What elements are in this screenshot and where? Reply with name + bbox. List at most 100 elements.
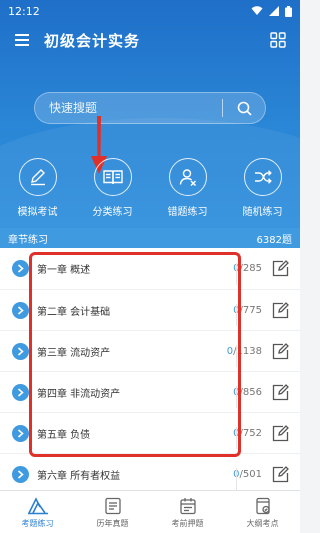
menu-button[interactable] <box>0 34 44 46</box>
chapter-progress: 0/1138 <box>226 345 262 357</box>
edit-icon <box>272 465 289 482</box>
chapter-row[interactable]: 第四章 非流动资产 0/856 <box>0 371 300 412</box>
status-icons <box>251 5 292 17</box>
tab-past-papers[interactable]: 历年真题 <box>75 491 150 533</box>
edit-button[interactable] <box>270 342 290 360</box>
search-input[interactable] <box>49 101 222 115</box>
shuffle-icon <box>254 170 272 184</box>
wifi-icon <box>251 6 263 15</box>
mock-exam-icon-circle <box>18 158 57 196</box>
chevron-right-icon[interactable] <box>12 465 29 483</box>
chapter-progress: 0/856 <box>233 387 262 398</box>
chapter-progress: 0/501 <box>233 469 262 480</box>
category-practice-icon-circle <box>93 158 132 196</box>
chapter-list: 第一章 概述 0/285 第二章 会计基础 0/775 第三章 流动资产 0/1… <box>0 248 300 494</box>
quick-actions: 模拟考试 分类练习 错题练习 随机练习 <box>0 158 300 218</box>
grid-icon <box>270 32 286 48</box>
row-divider <box>236 427 237 449</box>
wrong-question-button[interactable]: 错题练习 <box>150 158 225 218</box>
status-bar: 12:12 <box>0 0 300 22</box>
pencil-icon <box>30 169 45 186</box>
calendar-icon <box>179 496 197 516</box>
battery-icon <box>285 5 292 17</box>
papers-icon <box>104 496 122 516</box>
outline-icon <box>254 496 272 516</box>
app-bar: 初级会计实务 <box>0 24 300 56</box>
bottom-tab-bar: 考题练习 历年真题 考前押题 大纲考点 <box>0 490 300 533</box>
mock-exam-button[interactable]: 模拟考试 <box>0 158 75 218</box>
mock-exam-label: 模拟考试 <box>17 207 58 218</box>
chapter-progress: 0/775 <box>233 305 262 316</box>
chevron-right-icon[interactable] <box>12 342 29 360</box>
section-header: 章节练习 6382题 <box>0 228 300 248</box>
row-divider <box>236 345 237 367</box>
search-divider <box>222 99 223 117</box>
tab-predictions[interactable]: 考前押题 <box>150 491 225 533</box>
search-bar <box>34 92 266 124</box>
chapter-title: 第二章 会计基础 <box>37 306 111 318</box>
chapter-title: 第五章 负债 <box>37 429 91 441</box>
edit-icon <box>272 342 289 359</box>
tab-practice-label: 考题练习 <box>21 518 54 528</box>
chevron-right-icon[interactable] <box>12 301 29 319</box>
status-time: 12:12 <box>8 4 40 18</box>
page-title: 初级会计实务 <box>44 31 141 50</box>
edit-icon <box>272 383 289 400</box>
progress-done: 0 <box>226 345 234 357</box>
progress-total: 752 <box>242 427 262 439</box>
edit-button[interactable] <box>270 383 290 401</box>
hamburger-icon <box>15 34 29 46</box>
row-divider <box>236 468 237 490</box>
book-icon <box>102 170 123 185</box>
tab-outline-label: 大纲考点 <box>246 518 279 528</box>
chapter-progress: 0/285 <box>233 263 262 274</box>
edit-icon <box>272 301 289 318</box>
wrong-question-label: 错题练习 <box>167 207 208 218</box>
edit-button[interactable] <box>270 301 290 319</box>
tab-past-papers-label: 历年真题 <box>96 518 129 528</box>
chapter-row[interactable]: 第六章 所有者权益 0/501 <box>0 453 300 494</box>
section-count: 6382题 <box>256 234 292 246</box>
row-divider <box>236 263 237 285</box>
chapter-title: 第四章 非流动资产 <box>37 388 121 400</box>
category-practice-button[interactable]: 分类练习 <box>75 158 150 218</box>
chevron-right-icon[interactable] <box>12 260 29 277</box>
tab-predictions-label: 考前押题 <box>171 518 204 528</box>
search-button[interactable] <box>231 101 257 116</box>
section-title: 章节练习 <box>8 234 48 246</box>
row-divider <box>236 304 237 326</box>
wrong-question-icon-circle <box>168 158 207 196</box>
progress-total: 501 <box>242 468 262 480</box>
user-x-icon <box>179 169 196 186</box>
edit-icon <box>272 424 289 441</box>
chevron-right-icon[interactable] <box>12 383 29 401</box>
edit-button[interactable] <box>270 260 290 277</box>
edit-button[interactable] <box>270 424 290 442</box>
row-divider <box>236 386 237 408</box>
progress-total: 1138 <box>236 345 262 357</box>
chapter-row[interactable]: 第二章 会计基础 0/775 <box>0 289 300 330</box>
tab-practice[interactable]: 考题练习 <box>0 491 75 533</box>
chapter-row[interactable]: 第三章 流动资产 0/1138 <box>0 330 300 371</box>
chapter-title: 第六章 所有者权益 <box>37 470 121 482</box>
chapter-title: 第三章 流动资产 <box>37 347 111 359</box>
random-practice-label: 随机练习 <box>242 207 283 218</box>
chapter-progress: 0/752 <box>233 428 262 439</box>
edit-button[interactable] <box>270 465 290 483</box>
search-icon <box>237 101 252 116</box>
random-practice-icon-circle <box>243 158 282 196</box>
tab-outline[interactable]: 大纲考点 <box>225 491 300 533</box>
category-practice-label: 分类练习 <box>92 207 133 218</box>
chapter-title: 第一章 概述 <box>37 265 91 276</box>
practice-icon <box>27 496 49 516</box>
random-practice-button[interactable]: 随机练习 <box>225 158 300 218</box>
signal-icon <box>269 6 279 16</box>
edit-icon <box>272 260 289 277</box>
progress-total: 285 <box>242 263 262 274</box>
progress-total: 775 <box>242 304 262 316</box>
progress-total: 856 <box>242 386 262 398</box>
apps-button[interactable] <box>256 32 300 48</box>
chapter-row[interactable]: 第一章 概述 0/285 <box>0 248 300 289</box>
chevron-right-icon[interactable] <box>12 424 29 442</box>
chapter-row[interactable]: 第五章 负债 0/752 <box>0 412 300 453</box>
